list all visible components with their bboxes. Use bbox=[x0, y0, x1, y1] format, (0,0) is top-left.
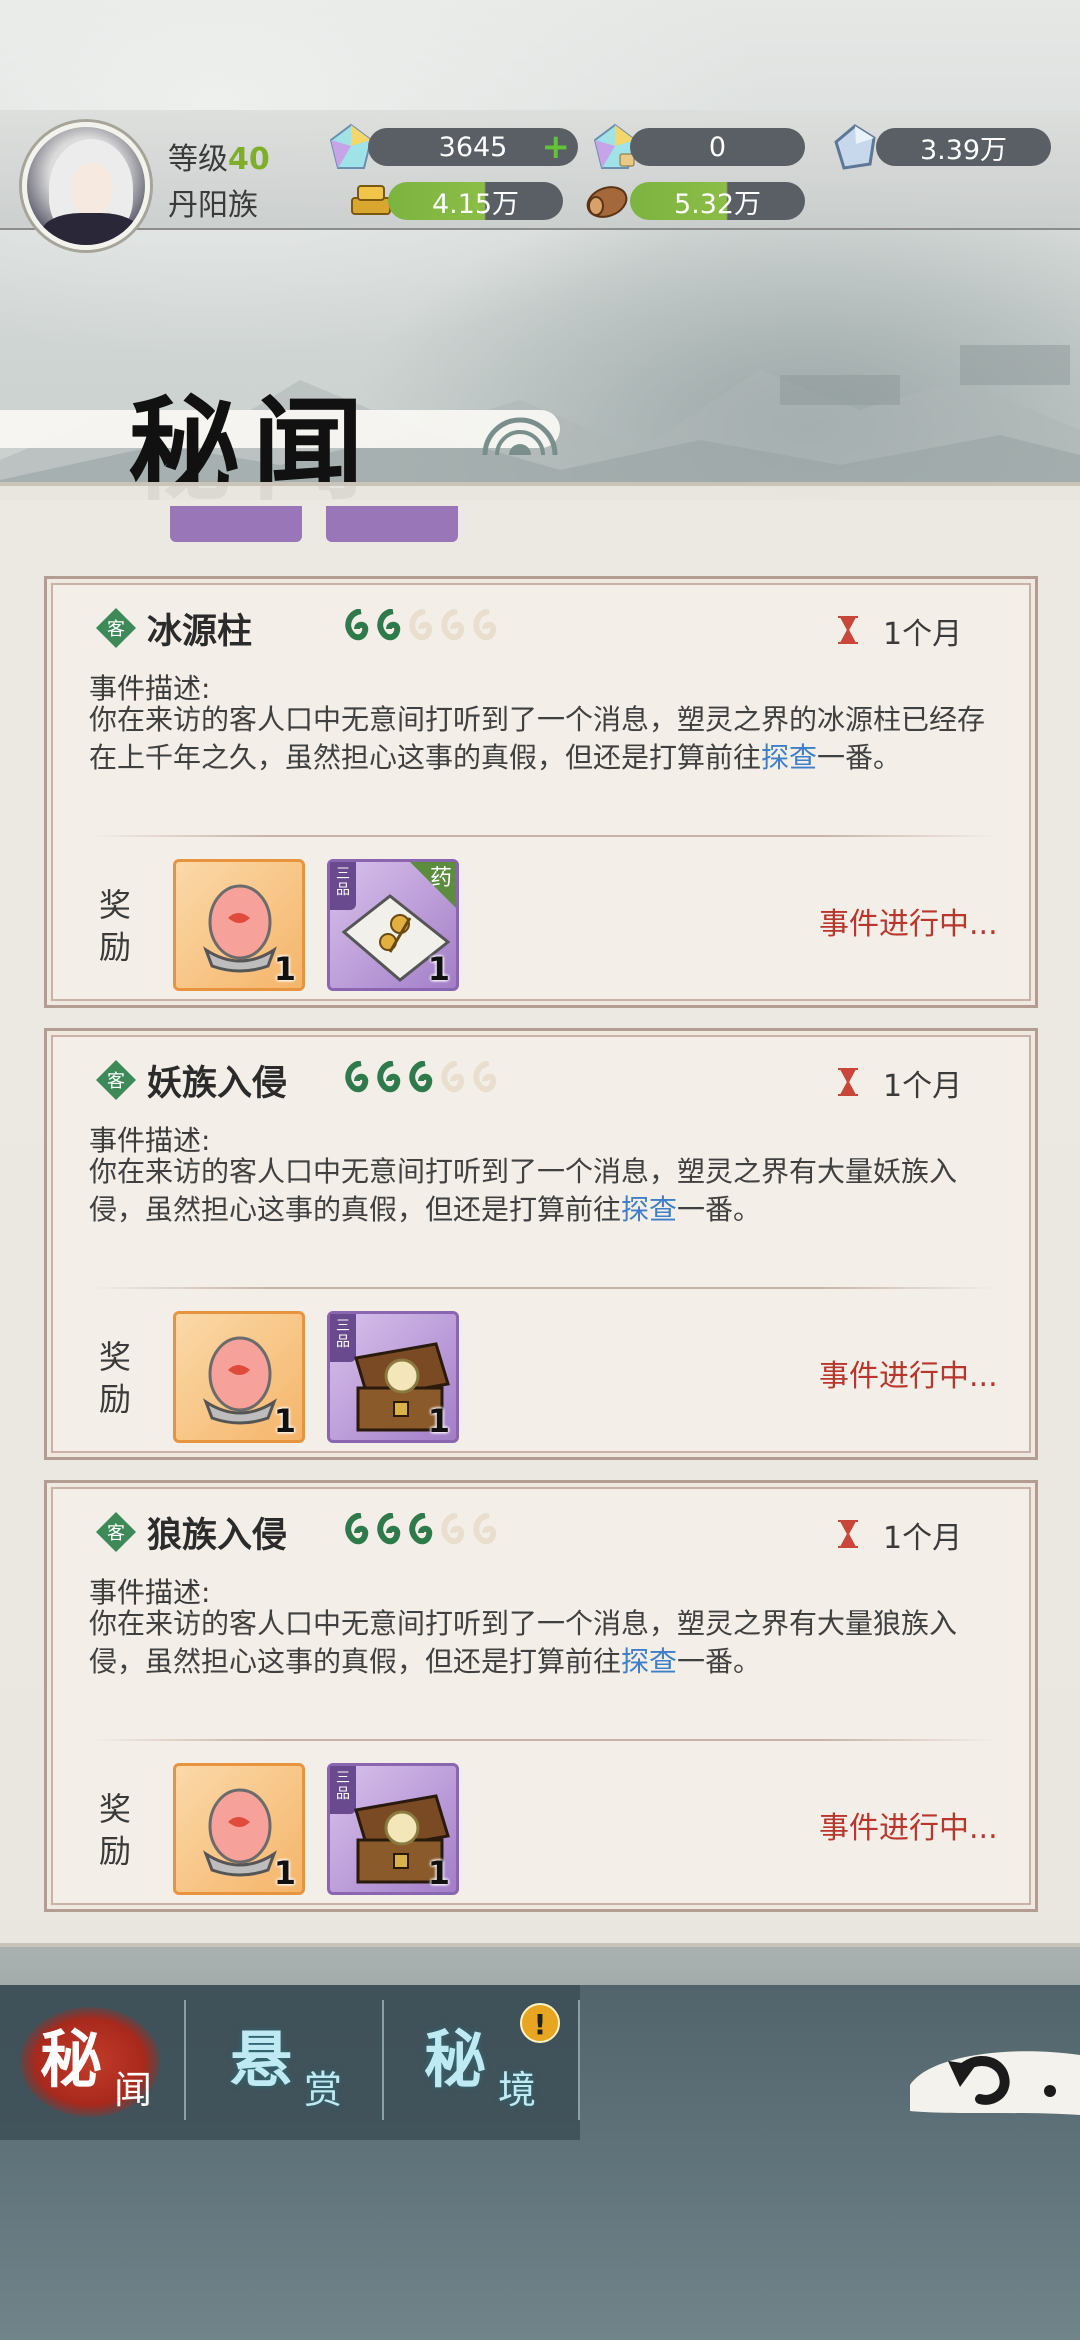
tab-secret-news[interactable]: 秘 闻 bbox=[10, 1995, 190, 2125]
spirit-stone-counter: 3.39万 bbox=[876, 128, 1051, 166]
event-card[interactable]: 客 冰源柱 1个月 事件描述: 你在来访的客人口中无意间打听到了一个消息，塑灵之… bbox=[44, 576, 1038, 1008]
tab-divider bbox=[578, 2000, 580, 2120]
reward-qty: 1 bbox=[273, 1402, 296, 1440]
tab-label-main: 秘 bbox=[424, 2023, 487, 2096]
difficulty-rating bbox=[343, 1513, 497, 1547]
event-status: 事件进行中... bbox=[819, 1359, 998, 1394]
gold-counter: 4.15万 bbox=[388, 182, 563, 220]
event-title: 冰源柱 bbox=[147, 612, 253, 652]
reward-item-herb[interactable]: 三品 药 1 bbox=[327, 859, 459, 991]
guest-tag-icon: 客 bbox=[96, 1512, 136, 1552]
tab-label-main: 秘 bbox=[40, 2023, 103, 2096]
wood-value: 5.32万 bbox=[673, 188, 762, 220]
explore-link[interactable]: 探查 bbox=[621, 1645, 677, 1678]
reward-item-chest[interactable]: 三品 1 bbox=[327, 1311, 459, 1443]
bound-crystal-value: 0 bbox=[708, 131, 727, 163]
tab-label-main: 悬 bbox=[230, 2023, 293, 2096]
level-label: 等级 bbox=[168, 142, 228, 177]
event-duration: 1个月 bbox=[883, 617, 963, 652]
difficulty-pip-filled bbox=[377, 1513, 401, 1545]
event-title: 妖族入侵 bbox=[147, 1064, 288, 1104]
crystal-value: 3645 bbox=[438, 131, 508, 163]
event-duration: 1个月 bbox=[883, 1521, 963, 1556]
bound-crystal-counter: 0 bbox=[630, 128, 805, 166]
reward-qty: 1 bbox=[427, 1402, 450, 1440]
spirit-stone-value: 3.39万 bbox=[919, 134, 1008, 166]
back-arrow-icon[interactable] bbox=[890, 2015, 1080, 2125]
crystal-counter: 3645 + bbox=[368, 128, 578, 166]
reward-label: 奖励 bbox=[99, 1338, 132, 1418]
stone-icon bbox=[834, 124, 876, 170]
level-value: 40 bbox=[228, 142, 270, 177]
cloud-ornament-icon bbox=[482, 417, 558, 456]
previous-card-rewards-partial bbox=[170, 506, 460, 542]
player-clan: 丹阳族 bbox=[168, 188, 258, 223]
divider bbox=[89, 835, 999, 837]
svg-text:客: 客 bbox=[107, 1523, 125, 1544]
reward-item-stone[interactable]: 1 bbox=[173, 1763, 305, 1895]
reward-item-stone[interactable]: 1 bbox=[173, 1311, 305, 1443]
event-description: 你在来访的客人口中无意间打听到了一个消息，塑灵之界的冰源柱已经存在上千年之久，虽… bbox=[89, 703, 986, 774]
reward-label: 奖励 bbox=[99, 886, 132, 966]
tab-bounty[interactable]: 悬 赏 bbox=[200, 1995, 380, 2125]
tab-label-sub: 闻 bbox=[114, 2068, 153, 2112]
difficulty-pip-filled bbox=[377, 609, 401, 641]
hourglass-icon bbox=[838, 616, 858, 644]
reward-item-chest[interactable]: 三品 1 bbox=[327, 1763, 459, 1895]
difficulty-pip-empty bbox=[441, 1061, 465, 1093]
difficulty-pip-filled bbox=[377, 1061, 401, 1093]
explore-link[interactable]: 探查 bbox=[621, 1193, 677, 1226]
reward-qty: 1 bbox=[273, 950, 296, 988]
explore-link[interactable]: 探查 bbox=[761, 741, 817, 774]
wood-counter: 5.32万 bbox=[630, 182, 805, 220]
event-description: 你在来访的客人口中无意间打听到了一个消息，塑灵之界有大量妖族入侵，虽然担心这事的… bbox=[89, 1155, 958, 1226]
player-level: 等级40 bbox=[168, 134, 270, 178]
difficulty-pip-empty bbox=[409, 609, 433, 641]
tab-label-sub: 境 bbox=[498, 2068, 537, 2112]
difficulty-rating bbox=[343, 1061, 497, 1095]
reward-qty: 1 bbox=[427, 950, 450, 988]
difficulty-pip-empty bbox=[473, 1061, 497, 1093]
reward-qty: 1 bbox=[427, 1854, 450, 1892]
difficulty-pip-empty bbox=[473, 1513, 497, 1545]
event-status: 事件进行中... bbox=[819, 1811, 998, 1846]
alert-badge-icon: ! bbox=[520, 2003, 560, 2043]
hourglass-icon bbox=[838, 1520, 858, 1548]
divider bbox=[89, 1287, 999, 1289]
event-card[interactable]: 客 狼族入侵 1个月 事件描述: 你在来访的客人口中无意间打听到了一个消息，塑灵… bbox=[44, 1480, 1038, 1912]
svg-text:客: 客 bbox=[107, 1071, 125, 1092]
player-avatar[interactable] bbox=[22, 122, 150, 250]
event-duration: 1个月 bbox=[883, 1069, 963, 1104]
hourglass-icon bbox=[838, 1068, 858, 1096]
reward-item-stone[interactable]: 1 bbox=[173, 859, 305, 991]
gold-value: 4.15万 bbox=[431, 188, 520, 220]
difficulty-pip-empty bbox=[473, 609, 497, 641]
divider bbox=[89, 1739, 999, 1741]
reward-qty: 1 bbox=[273, 1854, 296, 1892]
difficulty-pip-filled bbox=[345, 1061, 369, 1093]
guest-tag-icon: 客 bbox=[96, 1060, 136, 1100]
difficulty-pip-empty bbox=[441, 609, 465, 641]
difficulty-rating bbox=[343, 609, 497, 643]
event-card[interactable]: 客 妖族入侵 1个月 事件描述: 你在来访的客人口中无意间打听到了一个消息，塑灵… bbox=[44, 1028, 1038, 1460]
difficulty-pip-filled bbox=[409, 1513, 433, 1545]
difficulty-pip-empty bbox=[441, 1513, 465, 1545]
svg-text:客: 客 bbox=[107, 619, 125, 640]
reward-label: 奖励 bbox=[99, 1790, 132, 1870]
add-crystal-button[interactable]: + bbox=[542, 130, 571, 164]
guest-tag-icon: 客 bbox=[96, 608, 136, 648]
event-status: 事件进行中... bbox=[819, 907, 998, 942]
event-description: 你在来访的客人口中无意间打听到了一个消息，塑灵之界有大量狼族入侵，虽然担心这事的… bbox=[89, 1607, 958, 1678]
tab-divider bbox=[382, 2000, 384, 2120]
difficulty-pip-filled bbox=[345, 609, 369, 641]
difficulty-pip-filled bbox=[409, 1061, 433, 1093]
tab-label-sub: 赏 bbox=[304, 2068, 343, 2112]
event-list[interactable]: 客 冰源柱 1个月 事件描述: 你在来访的客人口中无意间打听到了一个消息，塑灵之… bbox=[0, 482, 1080, 1947]
tab-divider bbox=[184, 2000, 186, 2120]
event-title: 狼族入侵 bbox=[147, 1516, 288, 1556]
wood-icon bbox=[586, 186, 628, 218]
difficulty-pip-filled bbox=[345, 1513, 369, 1545]
